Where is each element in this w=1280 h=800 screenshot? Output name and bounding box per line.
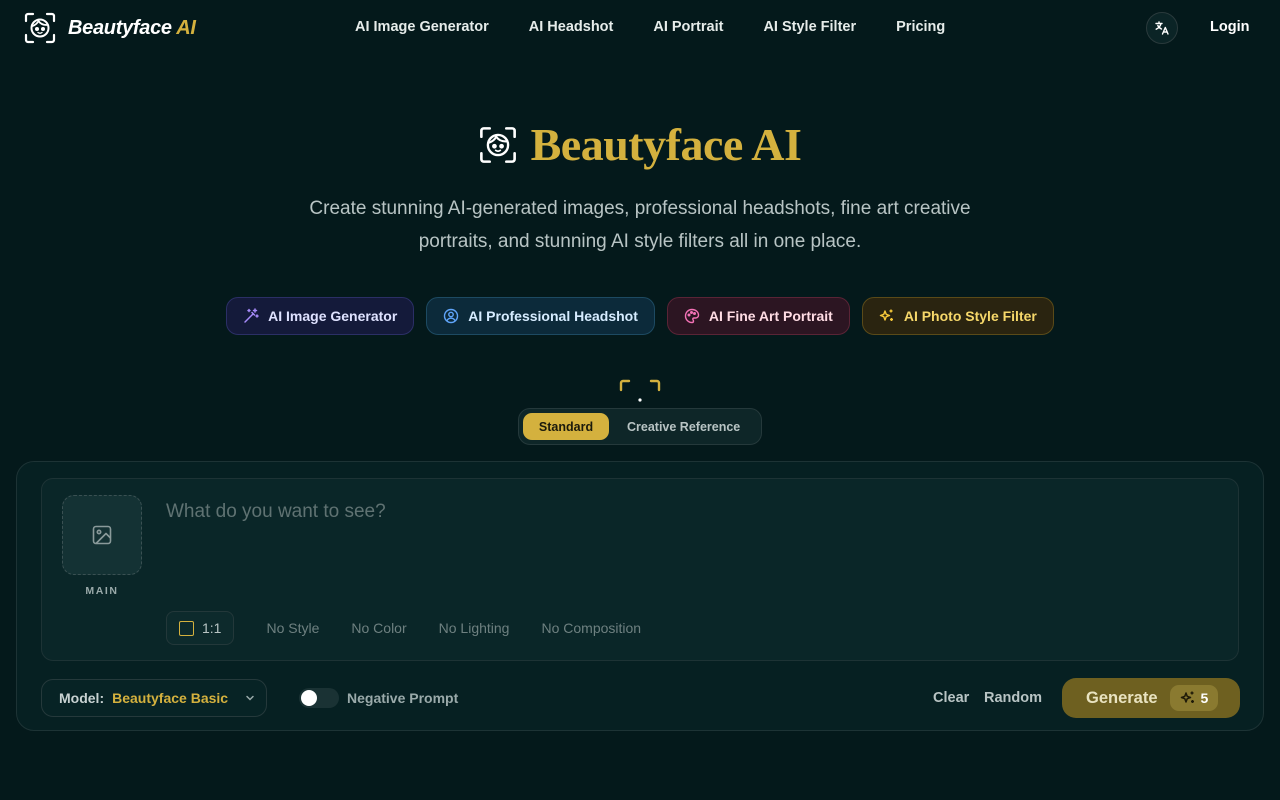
feature-ai-fine-art-portrait[interactable]: AI Fine Art Portrait: [666, 297, 850, 335]
mode-toggle: Standard Creative Reference: [518, 408, 762, 445]
credits-badge: 5: [1169, 685, 1219, 711]
main-nav: AI Image Generator AI Headshot AI Portra…: [355, 19, 945, 35]
color-option[interactable]: No Color: [351, 620, 406, 636]
generator-card: MAIN 1:1 No Style No Color No Lighting N…: [16, 461, 1264, 731]
mode-standard[interactable]: Standard: [523, 413, 609, 440]
nav-ai-style-filter[interactable]: AI Style Filter: [763, 19, 856, 35]
palette-icon: [684, 308, 700, 324]
feature-pills: AI Image Generator AI Professional Heads…: [0, 297, 1280, 335]
translate-icon: [1155, 21, 1169, 35]
upload-label: MAIN: [85, 585, 119, 597]
prompt-box: MAIN 1:1 No Style No Color No Lighting N…: [41, 478, 1239, 661]
random-button[interactable]: Random: [984, 690, 1042, 706]
negative-prompt-switch[interactable]: [299, 688, 339, 708]
prompt-input[interactable]: [166, 497, 1216, 527]
lighting-option[interactable]: No Lighting: [439, 620, 510, 636]
negative-prompt-label: Negative Prompt: [347, 690, 459, 706]
feature-ai-professional-headshot[interactable]: AI Professional Headshot: [426, 297, 655, 335]
feature-ai-photo-style-filter[interactable]: AI Photo Style Filter: [861, 297, 1054, 335]
style-option[interactable]: No Style: [266, 620, 319, 636]
feature-ai-image-generator[interactable]: AI Image Generator: [226, 297, 415, 335]
face-logo-icon: [24, 12, 56, 44]
brand-logo[interactable]: Beautyface AI: [24, 12, 196, 44]
sparkles-icon: [879, 309, 893, 321]
model-label: Model:: [59, 690, 105, 706]
switch-knob: [301, 690, 317, 706]
generate-button[interactable]: Generate 5: [1062, 678, 1240, 718]
model-select[interactable]: Model: Beautyface Basic: [41, 679, 267, 717]
negative-prompt-toggle[interactable]: Negative Prompt: [299, 688, 458, 708]
hero-heading: Beautyface AI: [530, 119, 802, 170]
language-button[interactable]: [1146, 12, 1178, 44]
mode-creative-reference[interactable]: Creative Reference: [609, 413, 740, 440]
hero-subtitle: Create stunning AI-generated images, pro…: [309, 198, 971, 252]
login-link[interactable]: Login: [1210, 19, 1249, 35]
chevron-down-icon: [246, 695, 254, 701]
face-logo-icon: [479, 126, 516, 163]
page: Beautyface AI AI Image Generator AI Head…: [0, 0, 1280, 800]
header: Beautyface AI AI Image Generator AI Head…: [0, 0, 1280, 56]
square-ratio-icon: [179, 620, 194, 636]
brand-name: Beautyface AI: [68, 16, 196, 39]
main-image-upload[interactable]: [62, 495, 142, 575]
prompt-options: 1:1 No Style No Color No Lighting No Com…: [166, 611, 641, 645]
magic-wand-icon: [244, 308, 259, 323]
nav-ai-portrait[interactable]: AI Portrait: [653, 19, 723, 35]
model-value: Beautyface Basic: [112, 690, 229, 706]
hero-title: Beautyface AI: [0, 118, 1280, 171]
sparkles-icon: [1180, 691, 1194, 703]
nav-pricing[interactable]: Pricing: [896, 19, 945, 35]
generate-label: Generate: [1086, 688, 1158, 707]
nav-ai-headshot[interactable]: AI Headshot: [529, 19, 614, 35]
image-icon: [92, 525, 112, 545]
user-circle-icon: [444, 308, 459, 324]
aspect-ratio-button[interactable]: 1:1: [166, 611, 235, 645]
nav-ai-image-generator[interactable]: AI Image Generator: [355, 19, 489, 35]
composition-option[interactable]: No Composition: [541, 620, 641, 636]
clear-button[interactable]: Clear: [933, 690, 969, 706]
